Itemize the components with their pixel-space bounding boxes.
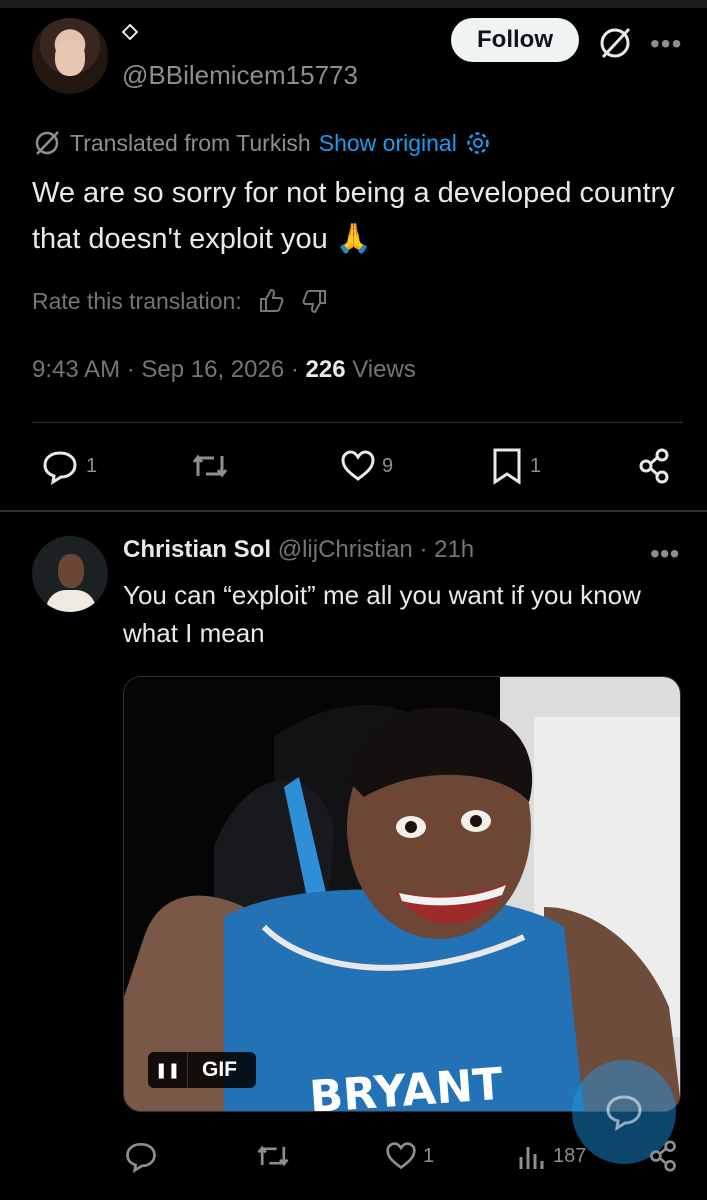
like-button[interactable]: 9 (340, 446, 393, 486)
section-separator (0, 510, 707, 512)
reply-button[interactable]: 1 (40, 446, 97, 486)
reply-age: 21h (434, 536, 475, 563)
follow-button[interactable]: Follow (451, 18, 579, 62)
tweet-time[interactable]: 9:43 AM (32, 356, 120, 383)
reply-avatar[interactable] (32, 536, 108, 612)
views-icon (519, 1147, 544, 1169)
bookmark-button[interactable]: 1 (490, 446, 541, 486)
translated-label: Translated from Turkish (70, 129, 311, 156)
reply-header: Christian Sol @lijChristian · 21h (123, 536, 475, 563)
retweet-icon (192, 454, 228, 478)
retweet-button[interactable] (188, 446, 232, 486)
pause-icon[interactable]: ❚❚ (148, 1052, 188, 1088)
heart-icon (386, 1142, 416, 1170)
gif-label: GIF (202, 1058, 237, 1081)
diamond-icon (122, 24, 138, 40)
grok-icon[interactable] (596, 24, 634, 62)
reply-icon (126, 1142, 156, 1174)
rate-label: Rate this translation: (32, 287, 242, 314)
gear-icon[interactable] (465, 130, 491, 156)
share-icon (650, 1140, 676, 1172)
reply-more-options-icon[interactable]: ••• (650, 538, 679, 570)
tweet-meta: 9:43 AM · Sep 16, 2026 · 226 Views (32, 356, 416, 383)
tweet-text: We are so sorry for not being a develope… (32, 177, 675, 255)
reply-views-count: 187 (553, 1144, 587, 1167)
reply-author-handle[interactable]: @lijChristian (278, 536, 413, 563)
avatar[interactable] (32, 18, 108, 94)
reply-retweet-button[interactable] (253, 1136, 293, 1176)
status-strip (0, 0, 707, 8)
show-original-link[interactable]: Show original (319, 130, 457, 157)
reply-reply-button[interactable] (123, 1136, 159, 1176)
reply-like-count: 1 (423, 1144, 435, 1167)
bookmark-icon (493, 448, 521, 485)
grok-translate-icon (35, 131, 59, 155)
tweet-actions: 1 9 1 (40, 446, 680, 486)
avatar-face (58, 554, 84, 588)
like-count: 9 (382, 454, 394, 477)
reply-share-button[interactable] (647, 1136, 679, 1176)
compose-reply-icon (606, 1095, 642, 1131)
views-label: Views (352, 356, 416, 383)
reply-icon (43, 451, 77, 486)
reply-text: You can “exploit” me all you want if you… (123, 580, 641, 648)
views-count: 226 (305, 356, 346, 383)
gif-media[interactable]: BRYANT (123, 676, 681, 1112)
heart-icon (341, 450, 375, 481)
avatar-shirt (46, 590, 96, 612)
author-handle[interactable]: @BBilemicem15773 (122, 60, 358, 91)
reply-author-name[interactable]: Christian Sol (123, 536, 271, 563)
more-options-icon[interactable]: ••• (650, 28, 682, 60)
share-button[interactable] (636, 446, 672, 486)
retweet-icon (257, 1145, 289, 1167)
reply-like-button[interactable]: 1 (385, 1136, 434, 1176)
rate-translation-row: Rate this translation: (32, 284, 330, 318)
divider (32, 422, 683, 423)
reply-actions: 1 187 (123, 1136, 683, 1176)
thumbs-down-icon[interactable] (300, 286, 330, 316)
gif-badge[interactable]: ❚❚ GIF (148, 1052, 256, 1088)
bookmark-count: 1 (530, 454, 542, 477)
reply-count: 1 (86, 454, 98, 477)
share-icon (639, 448, 669, 484)
reply-views-button[interactable]: 187 (517, 1136, 586, 1176)
tweet-date[interactable]: Sep 16, 2026 (141, 356, 284, 383)
gif-illustration: BRYANT (124, 677, 680, 1111)
thumbs-up-icon[interactable] (256, 286, 286, 316)
translation-row: Translated from Turkish Show original (32, 126, 491, 160)
